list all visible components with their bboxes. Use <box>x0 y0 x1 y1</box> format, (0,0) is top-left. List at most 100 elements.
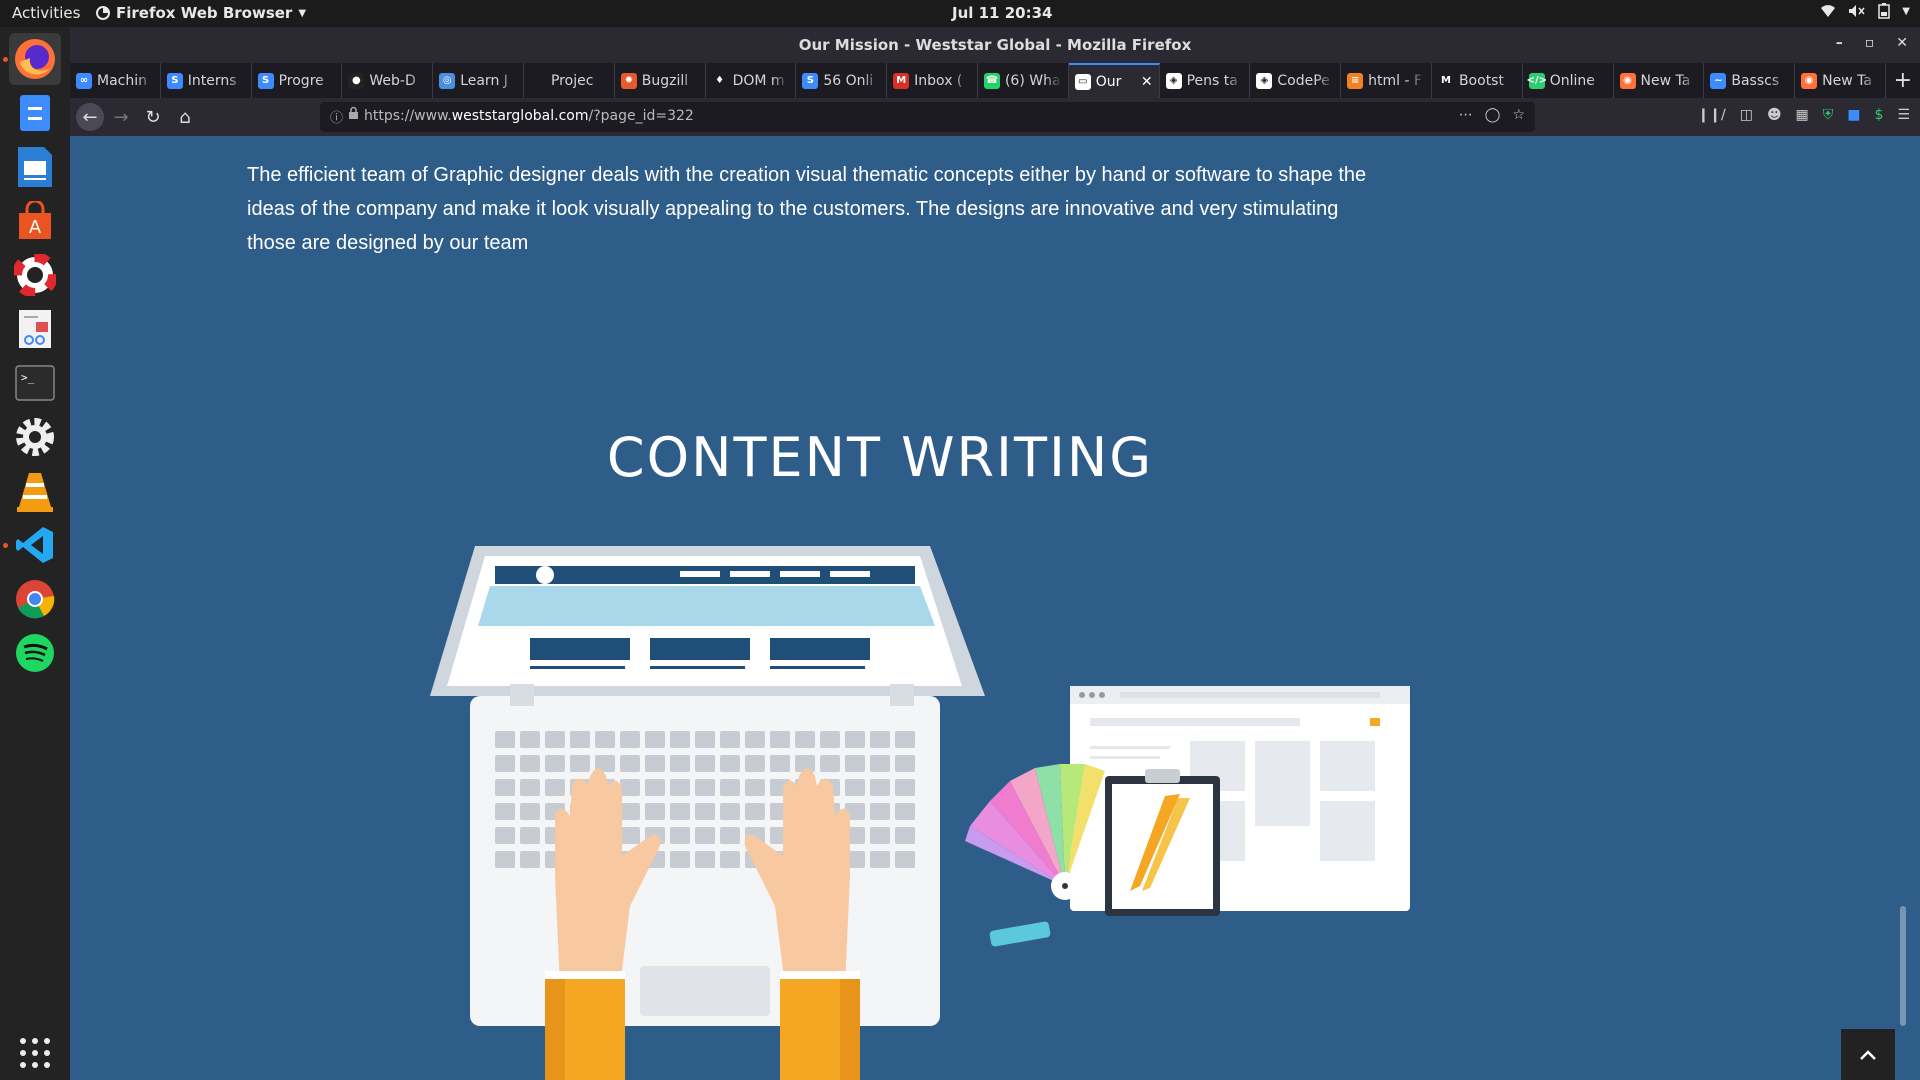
browser-tab[interactable]: ◈ Pens ta <box>1160 63 1251 98</box>
vlc-icon <box>17 473 53 512</box>
new-tab-button[interactable]: + <box>1886 63 1920 98</box>
laptop-screen <box>430 546 985 696</box>
browser-tab[interactable]: ▭ Our ✕ <box>1068 63 1160 98</box>
tab-label: Bugzill <box>641 72 689 89</box>
extension-badge-icon[interactable]: ■ <box>1847 107 1860 123</box>
forward-button[interactable]: → <box>108 105 134 129</box>
browser-tab[interactable]: ☎ (6) Wha <box>978 63 1069 98</box>
scrollbar-thumb[interactable] <box>1900 906 1906 1026</box>
activities-button[interactable]: Activities <box>12 4 80 22</box>
browser-tab[interactable]: Projec <box>524 63 615 98</box>
dock-software[interactable]: A <box>9 195 61 247</box>
codepen-icon: ◈ <box>1165 72 1182 89</box>
browser-tab[interactable]: ◉ New Ta <box>1795 63 1886 98</box>
system-tray[interactable]: ▼ <box>1820 3 1910 19</box>
tab-label: New Ta <box>1822 72 1872 89</box>
account-icon[interactable]: ☻ <box>1767 107 1782 123</box>
dock-terminal[interactable]: >_ <box>9 357 61 409</box>
dock-show-apps[interactable] <box>9 1027 61 1079</box>
keyboard-key <box>620 731 640 748</box>
window-titlebar[interactable]: Our Mission - Weststar Global - Mozilla … <box>70 27 1920 63</box>
keyboard-key <box>495 803 515 820</box>
dock-chrome[interactable] <box>9 573 61 625</box>
keyboard-key <box>620 827 640 844</box>
laptop-keyboard <box>470 684 940 1026</box>
browser-tab[interactable]: </> Online <box>1523 63 1614 98</box>
files-icon <box>20 95 50 131</box>
library-icon[interactable]: ❙❙∕ <box>1698 107 1726 123</box>
keyboard-key <box>720 731 740 748</box>
dollar-extension-icon[interactable]: $ <box>1875 107 1884 123</box>
keyboard-key <box>695 755 715 772</box>
url-text[interactable]: https://www.weststarglobal.com/?page_id=… <box>364 108 694 124</box>
browser-tab[interactable]: ● Web-D <box>342 63 434 98</box>
navigation-toolbar: ← → ↻ ⌂ ⓘ https://www.weststarglobal.com… <box>70 98 1920 136</box>
url-bar[interactable]: ⓘ https://www.weststarglobal.com/?page_i… <box>320 102 1535 132</box>
page-content: The efficient team of Graphic designer d… <box>70 136 1908 1080</box>
keyboard-key <box>795 731 815 748</box>
mdn-icon: ♦ <box>711 72 728 89</box>
dock-vscode[interactable] <box>9 519 61 571</box>
keyboard-key <box>670 851 690 868</box>
url-prefix: https://www. <box>364 108 452 124</box>
back-button[interactable]: ← <box>76 103 104 131</box>
browser-tab[interactable]: ◈ CodePe <box>1250 63 1342 98</box>
help-icon <box>14 254 56 296</box>
dock-help[interactable] <box>9 249 61 301</box>
keyboard-key <box>720 851 740 868</box>
clock[interactable]: Jul 11 20:34 <box>952 4 1052 22</box>
page-scrollbar[interactable] <box>1898 136 1908 1080</box>
browser-tab[interactable]: S 56 Onli <box>796 63 888 98</box>
keyboard-key <box>520 731 540 748</box>
keyboard-key <box>670 731 690 748</box>
keyboard-key <box>870 803 890 820</box>
bookmark-star-icon[interactable]: ☆ <box>1512 107 1525 123</box>
keyboard-key <box>495 755 515 772</box>
globe-icon: ◎ <box>439 72 456 89</box>
extension-icon[interactable]: ▦ <box>1796 107 1809 123</box>
page-actions-icon[interactable]: ⋯ <box>1459 107 1473 123</box>
keyboard-key <box>720 827 740 844</box>
reload-button[interactable]: ↻ <box>140 105 166 129</box>
dock-files[interactable] <box>9 87 61 139</box>
browser-tab[interactable]: M Inbox ( <box>887 63 978 98</box>
keyboard-key <box>745 731 765 748</box>
browser-tab[interactable]: ∞ Machin <box>70 63 161 98</box>
browser-tab[interactable]: ≡ html - F <box>1341 63 1432 98</box>
pocket-icon[interactable]: ◯ <box>1485 107 1501 123</box>
dock-document-viewer[interactable] <box>9 303 61 355</box>
spotify-icon <box>16 634 54 672</box>
shield-icon[interactable]: ⛨ <box>1823 107 1834 123</box>
browser-tab[interactable]: ~ Basscs <box>1704 63 1796 98</box>
keyboard-key <box>820 755 840 772</box>
highlighter-marker <box>989 921 1051 947</box>
dock-firefox[interactable] <box>9 33 61 85</box>
keyboard-key <box>595 731 615 748</box>
scroll-to-top-button[interactable] <box>1841 1029 1895 1080</box>
browser-tab[interactable]: ✹ Bugzill <box>615 63 706 98</box>
browser-tab[interactable]: S Progre <box>252 63 343 98</box>
info-icon[interactable]: ⓘ <box>330 107 343 126</box>
dock-writer[interactable] <box>9 141 61 193</box>
app-menu[interactable]: Firefox Web Browser ▼ <box>96 4 306 22</box>
tab-label: Web-D <box>369 72 416 89</box>
minimize-button[interactable]: – <box>1836 35 1843 51</box>
dock-settings[interactable] <box>9 411 61 463</box>
close-button[interactable]: ✕ <box>1896 35 1908 51</box>
home-button[interactable]: ⌂ <box>172 105 198 129</box>
menu-icon[interactable]: ☰ <box>1897 107 1910 123</box>
browser-tab[interactable]: ♦ DOM m <box>706 63 797 98</box>
tab-label: New Ta <box>1640 72 1691 89</box>
browser-tab[interactable]: ◉ New Ta <box>1614 63 1705 98</box>
browser-tab[interactable]: M Bootst <box>1432 63 1523 98</box>
sidebar-icon[interactable]: ◫ <box>1740 107 1753 123</box>
browser-tab[interactable]: ◎ Learn J <box>433 63 524 98</box>
tab-label: Progre <box>278 72 324 89</box>
dock-vlc[interactable] <box>9 465 61 517</box>
close-tab-icon[interactable]: ✕ <box>1141 74 1153 90</box>
browser-tab[interactable]: S Interns <box>161 63 252 98</box>
lock-icon[interactable] <box>348 106 359 124</box>
dock-spotify[interactable] <box>9 627 61 679</box>
maximize-button[interactable]: ▫ <box>1865 35 1875 51</box>
keyboard-key <box>670 827 690 844</box>
